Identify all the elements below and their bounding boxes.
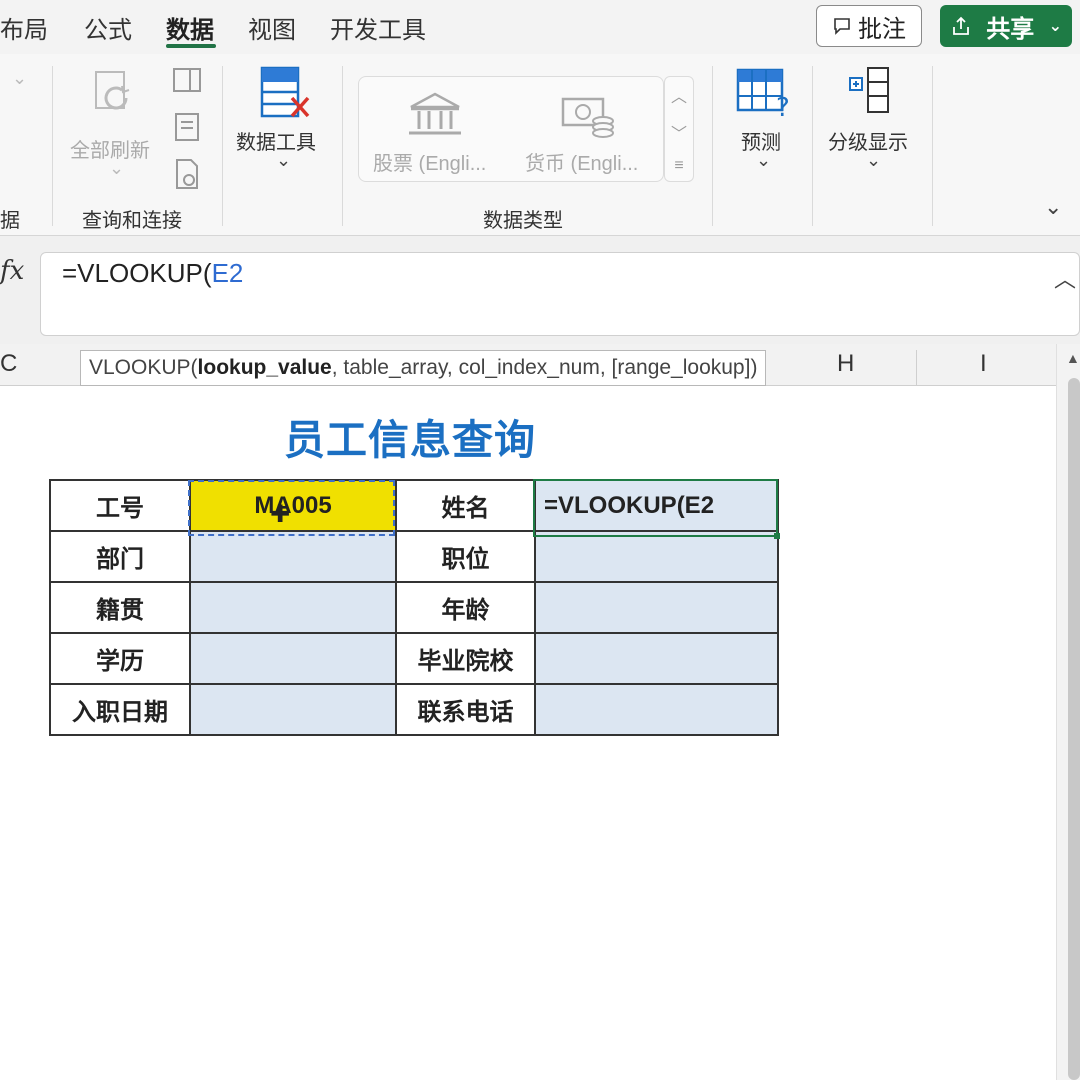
comments-label: 批注 bbox=[858, 15, 906, 43]
currency-label[interactable]: 货币 (Engli... bbox=[525, 147, 638, 176]
chevron-down-icon[interactable]: ⌄ bbox=[756, 150, 771, 171]
chevron-down-icon: ⌄ bbox=[12, 68, 28, 88]
tab-view[interactable]: 视图 bbox=[248, 10, 296, 45]
data-tools-icon[interactable] bbox=[260, 66, 312, 122]
table-row: 工号 MA005 姓名 =VLOOKUP(E2 bbox=[49, 479, 779, 532]
active-tab-indicator bbox=[166, 44, 216, 48]
label-cell[interactable]: 毕业院校 bbox=[395, 632, 536, 685]
label-cell[interactable]: 入职日期 bbox=[49, 683, 191, 736]
label-cell[interactable]: 职位 bbox=[395, 530, 536, 583]
edit-links-icon[interactable] bbox=[174, 158, 202, 190]
label-cell[interactable]: 学历 bbox=[49, 632, 191, 685]
tooltip-current-arg[interactable]: lookup_value bbox=[198, 356, 332, 380]
value-cell[interactable] bbox=[189, 632, 397, 685]
column-header-c[interactable]: C bbox=[0, 350, 17, 378]
stocks-label[interactable]: 股票 (Engli... bbox=[373, 147, 486, 176]
share-icon bbox=[953, 16, 969, 35]
cell-cursor-icon: ✚ bbox=[270, 501, 291, 528]
value-cell[interactable] bbox=[534, 581, 779, 634]
refresh-all-icon[interactable] bbox=[92, 68, 146, 126]
label-cell[interactable]: 部门 bbox=[49, 530, 191, 583]
group-label-partial: 据 bbox=[0, 210, 20, 232]
properties-icon[interactable] bbox=[174, 112, 200, 142]
column-header-i[interactable]: I bbox=[980, 350, 987, 378]
chevron-down-icon[interactable]: ⌄ bbox=[1049, 16, 1062, 36]
value-cell[interactable] bbox=[534, 530, 779, 583]
function-tooltip: VLOOKUP(lookup_value, table_array, col_i… bbox=[80, 350, 767, 386]
forecast-icon[interactable]: ? bbox=[736, 68, 792, 120]
stocks-bank-icon[interactable] bbox=[407, 91, 463, 139]
table-row: 籍贯 年龄 bbox=[49, 581, 779, 634]
value-cell[interactable] bbox=[189, 581, 397, 634]
tab-formulas[interactable]: 公式 bbox=[84, 10, 132, 45]
chevron-down-icon: ⌄ bbox=[109, 158, 125, 178]
lookup-value-cell[interactable]: MA005 bbox=[189, 479, 397, 532]
employee-info-table: 工号 MA005 姓名 =VLOOKUP(E2 部门 职位 籍贯 年龄 学历 毕… bbox=[49, 479, 779, 736]
vertical-scrollbar-thumb[interactable] bbox=[1068, 378, 1080, 1080]
value-cell[interactable] bbox=[189, 683, 397, 736]
label-cell[interactable]: 工号 bbox=[49, 479, 191, 532]
tab-data[interactable]: 数据 bbox=[166, 10, 214, 45]
group-label-queries: 查询和连接 bbox=[82, 210, 182, 232]
sheet-title: 员工信息查询 bbox=[284, 417, 536, 463]
chevron-down-icon[interactable]: ⌄ bbox=[276, 150, 291, 171]
label-cell[interactable]: 籍贯 bbox=[49, 581, 191, 634]
data-types-gallery[interactable]: 股票 (Engli... 货币 (Engli... bbox=[358, 76, 664, 182]
insert-function-icon[interactable]: fx bbox=[0, 256, 32, 296]
chevron-down-icon[interactable]: ﹀ bbox=[671, 120, 687, 144]
tooltip-func: VLOOKUP( bbox=[89, 356, 198, 379]
table-row: 部门 职位 bbox=[49, 530, 779, 583]
fill-handle[interactable] bbox=[774, 533, 780, 539]
table-row: 学历 毕业院校 bbox=[49, 632, 779, 685]
formula-prefix: =VLOOKUP( bbox=[62, 258, 212, 288]
comments-button[interactable]: 批注 bbox=[816, 5, 922, 47]
collapse-formula-bar-icon[interactable]: ︿ bbox=[1054, 262, 1076, 294]
comment-icon bbox=[834, 18, 850, 35]
label-cell[interactable]: 姓名 bbox=[395, 479, 536, 532]
gallery-scroller[interactable]: ︿ ﹀ ≡ bbox=[664, 76, 694, 182]
value-cell[interactable] bbox=[189, 530, 397, 583]
table-row: 入职日期 联系电话 bbox=[49, 683, 779, 736]
label-cell[interactable]: 年龄 bbox=[395, 581, 536, 634]
svg-text:?: ? bbox=[776, 93, 790, 120]
currency-icon[interactable] bbox=[559, 91, 617, 139]
active-formula-cell[interactable]: =VLOOKUP(E2 bbox=[534, 479, 779, 532]
formula-ref: E2 bbox=[211, 258, 244, 288]
ribbon-expand-chevron-icon[interactable]: ⌄ bbox=[1044, 194, 1062, 220]
column-header-h[interactable]: H bbox=[837, 350, 854, 378]
gallery-more-icon[interactable]: ≡ bbox=[674, 157, 683, 175]
value-cell[interactable] bbox=[534, 632, 779, 685]
scroll-up-arrow-icon[interactable]: ▲ bbox=[1066, 350, 1080, 366]
value-cell[interactable] bbox=[534, 683, 779, 736]
formula-text[interactable]: =VLOOKUP(E2 bbox=[62, 258, 243, 289]
share-button[interactable]: 共享 ⌄ bbox=[940, 5, 1072, 47]
chevron-up-icon[interactable]: ︿ bbox=[671, 83, 687, 107]
share-label: 共享 bbox=[986, 15, 1035, 43]
group-label-data-types: 数据类型 bbox=[483, 210, 563, 232]
tooltip-rest-args: , table_array, col_index_num, [range_loo… bbox=[331, 356, 758, 379]
tab-developer[interactable]: 开发工具 bbox=[330, 10, 426, 45]
tab-layout[interactable]: 布局 bbox=[0, 10, 48, 45]
label-cell[interactable]: 联系电话 bbox=[395, 683, 536, 736]
outline-icon[interactable] bbox=[846, 66, 896, 116]
queries-connections-icon[interactable] bbox=[172, 66, 202, 94]
chevron-down-icon[interactable]: ⌄ bbox=[866, 150, 881, 171]
